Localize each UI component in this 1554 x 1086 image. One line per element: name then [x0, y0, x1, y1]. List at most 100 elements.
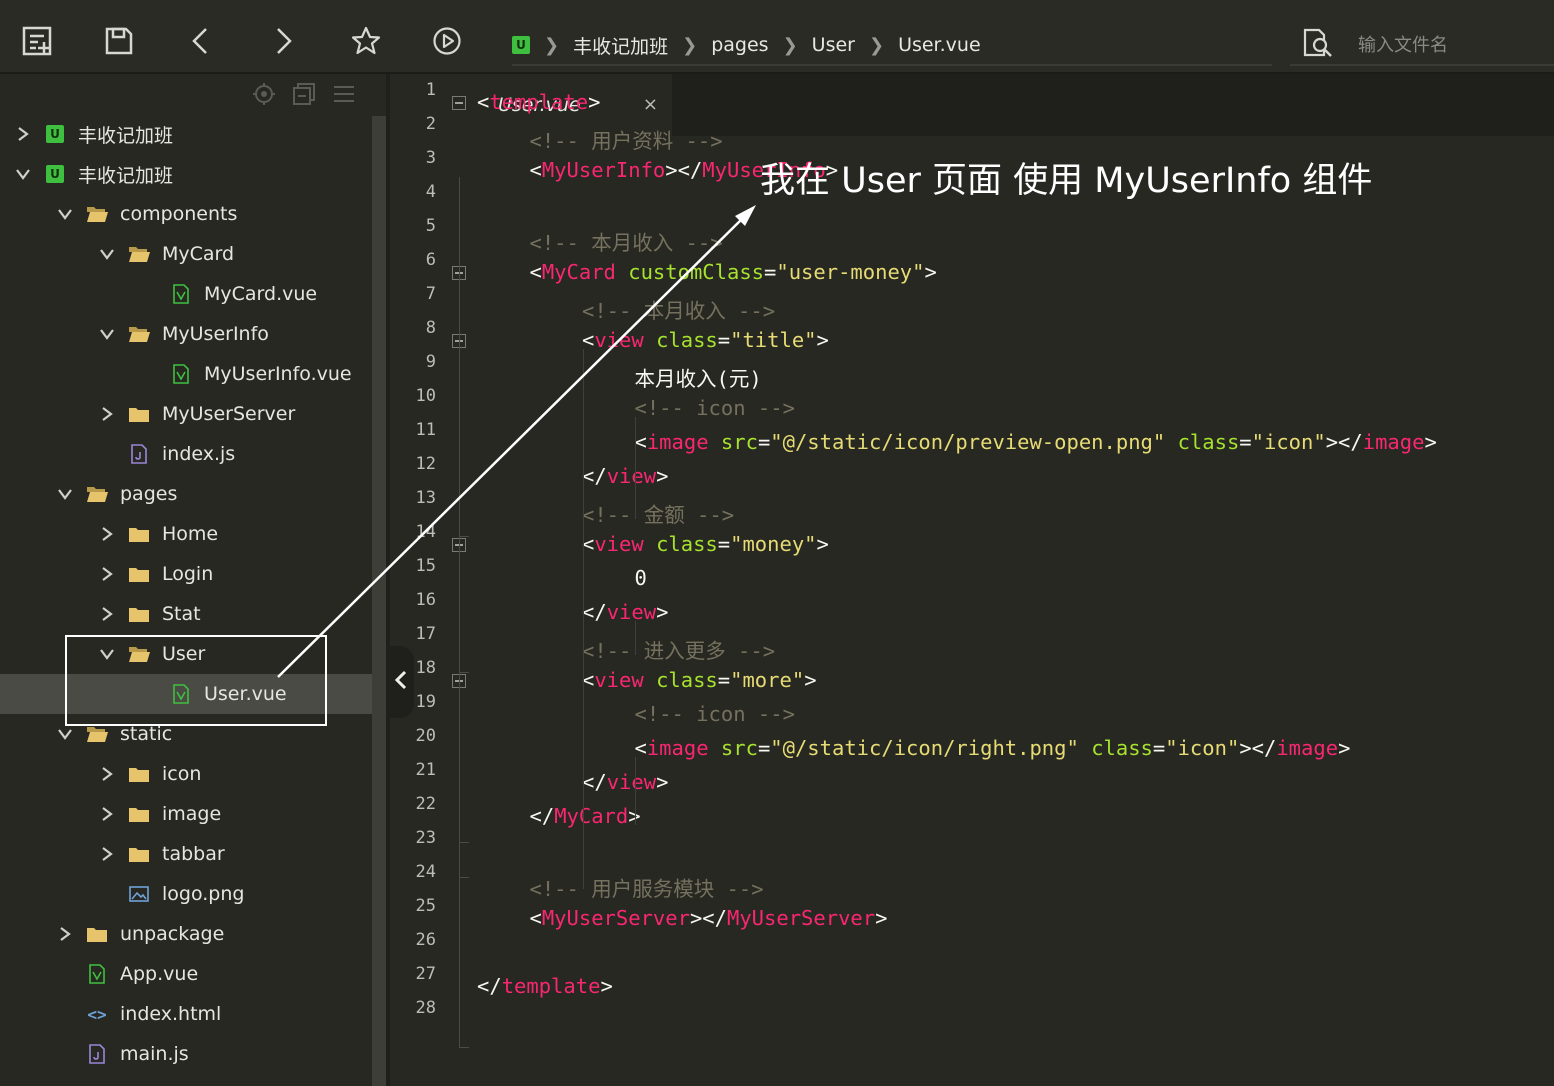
code-token: ></ [689, 906, 727, 930]
tree-item[interactable]: User.vue [0, 674, 372, 714]
new-file-button[interactable] [18, 22, 56, 60]
code-line[interactable]: 本月收入(元) [635, 362, 762, 392]
code-token: < [529, 158, 542, 182]
chevron-right-icon[interactable] [98, 766, 116, 782]
code-line[interactable]: <!-- 用户资料 --> [530, 124, 723, 154]
code-token: </ [529, 804, 555, 828]
tree-item[interactable]: U 丰收记加班 [0, 154, 372, 194]
chevron-right-icon[interactable] [14, 126, 32, 142]
back-button[interactable] [182, 22, 220, 60]
chevron-down-icon[interactable] [98, 647, 116, 661]
code-line[interactable]: </MyCard> [530, 804, 641, 828]
code-line[interactable]: <view class="money"> [582, 532, 829, 556]
code-line[interactable]: <!-- icon --> [635, 702, 795, 726]
close-icon[interactable]: × [643, 94, 658, 115]
file-search-input[interactable] [1356, 33, 1540, 57]
code-line[interactable]: <image src="@/static/icon/right.png" cla… [635, 736, 1351, 760]
chevron-down-icon[interactable] [56, 727, 74, 741]
tree-item[interactable]: MyCard [0, 234, 372, 274]
code-token: > [816, 532, 829, 556]
sidebar-scrollbar[interactable] [372, 116, 386, 1086]
tree-item[interactable]: pages [0, 474, 372, 514]
menu-icon[interactable] [332, 82, 356, 110]
code-line[interactable]: <!-- 用户服务模块 --> [530, 872, 764, 902]
chevron-down-icon[interactable] [56, 207, 74, 221]
collapse-sidebar-button[interactable] [388, 646, 414, 718]
tree-item[interactable]: tabbar [0, 834, 372, 874]
chevron-down-icon[interactable] [98, 247, 116, 261]
fold-toggle-icon[interactable] [452, 96, 466, 110]
line-number: 10 [415, 386, 436, 406]
code-token: image [1276, 736, 1339, 760]
code-line[interactable]: <view class="more"> [582, 668, 817, 692]
chevron-down-icon[interactable] [56, 487, 74, 501]
favorite-button[interactable] [347, 22, 385, 60]
code-line[interactable]: <!-- 进入更多 --> [582, 634, 775, 664]
tree-item[interactable]: User [0, 634, 372, 674]
breadcrumb-item[interactable]: User.vue [898, 34, 981, 56]
code-line[interactable]: <view class="title"> [582, 328, 829, 352]
line-number: 26 [415, 930, 436, 950]
chevron-down-icon[interactable] [14, 167, 32, 181]
tree-item[interactable]: MyUserInfo.vue [0, 354, 372, 394]
tree-item[interactable]: Stat [0, 594, 372, 634]
fold-guide-end [459, 536, 469, 537]
tree-item[interactable]: index.js [0, 434, 372, 474]
line-number: 11 [415, 420, 436, 440]
folder-icon [128, 645, 150, 663]
tree-item[interactable]: Home [0, 514, 372, 554]
tree-item[interactable]: static [0, 714, 372, 754]
code-line[interactable]: 0 [635, 566, 647, 590]
chevron-right-icon[interactable] [98, 806, 116, 822]
tree-item[interactable]: components [0, 194, 372, 234]
collapse-all-icon[interactable] [292, 82, 316, 110]
tree-item[interactable]: image [0, 794, 372, 834]
tree-item[interactable]: unpackage [0, 914, 372, 954]
code-line[interactable]: <!-- 本月收入 --> [582, 294, 775, 324]
folder-icon [128, 605, 150, 623]
code-editor[interactable]: User.vue × 1 <template> 2 <!-- 用户资料 --> 3 <My… [390, 74, 1554, 1086]
code-line[interactable]: <!-- 金额 --> [582, 498, 734, 528]
tree-item[interactable]: MyUserInfo [0, 314, 372, 354]
run-button[interactable] [428, 22, 466, 60]
chevron-right-icon[interactable] [98, 526, 116, 542]
code-line[interactable]: <image src="@/static/icon/preview-open.p… [635, 430, 1437, 454]
code-token: > [600, 974, 613, 998]
breadcrumb-item[interactable]: pages [711, 34, 768, 56]
code-line[interactable]: <template> [477, 90, 600, 114]
breadcrumb-item[interactable]: User [812, 34, 855, 56]
code-line[interactable]: </view> [582, 770, 668, 794]
save-button[interactable] [100, 22, 138, 60]
tree-item[interactable]: main.js [0, 1034, 372, 1074]
forward-button[interactable] [264, 22, 302, 60]
tree-item[interactable]: logo.png [0, 874, 372, 914]
breadcrumb-project[interactable]: 丰收记加班 [573, 32, 668, 59]
chevron-right-icon[interactable] [98, 846, 116, 862]
tree-item[interactable]: MyCard.vue [0, 274, 372, 314]
code-line[interactable]: <MyUserServer></MyUserServer> [530, 906, 888, 930]
code-line[interactable]: <MyCard customClass="user-money"> [530, 260, 937, 284]
tree-item[interactable]: App.vue [0, 954, 372, 994]
tree-item[interactable]: MyUserServer [0, 394, 372, 434]
chevron-right-icon[interactable] [98, 566, 116, 582]
code-line[interactable]: <!-- 本月收入 --> [530, 226, 723, 256]
code-line[interactable]: </view> [582, 464, 668, 488]
code-token: view [606, 464, 657, 488]
code-line[interactable]: <!-- icon --> [635, 396, 795, 420]
code-line[interactable]: </template> [477, 974, 613, 998]
chevron-right-icon: ❯ [782, 34, 798, 56]
code-line[interactable]: </view> [582, 600, 668, 624]
tree-item[interactable]: U 丰收记加班 [0, 114, 372, 154]
vue-file-icon [170, 364, 192, 384]
code-token: "money" [730, 532, 817, 556]
tree-item[interactable]: icon [0, 754, 372, 794]
locate-file-icon[interactable] [252, 82, 276, 110]
line-number: 27 [415, 964, 436, 984]
chevron-right-icon[interactable] [56, 926, 74, 942]
chevron-down-icon[interactable] [98, 327, 116, 341]
chevron-right-icon[interactable] [98, 606, 116, 622]
chevron-right-icon[interactable] [98, 406, 116, 422]
tree-item[interactable]: <> index.html [0, 994, 372, 1034]
tree-item[interactable]: Login [0, 554, 372, 594]
